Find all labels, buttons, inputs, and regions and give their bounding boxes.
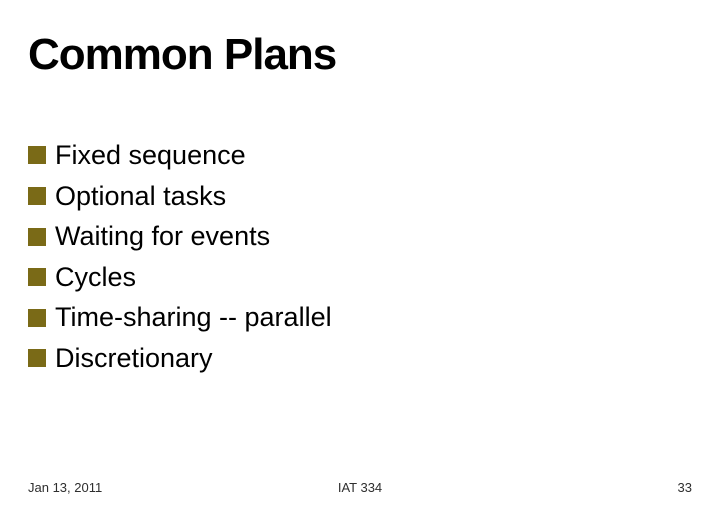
list-item-label: Cycles: [55, 258, 136, 297]
list-item: Optional tasks: [28, 177, 692, 216]
square-bullet-icon: [28, 309, 46, 327]
slide-footer: Jan 13, 2011 IAT 334 33: [28, 480, 692, 495]
list-item-label: Fixed sequence: [55, 136, 246, 175]
footer-course: IAT 334: [338, 480, 382, 495]
list-item-label: Optional tasks: [55, 177, 226, 216]
list-item: Discretionary: [28, 339, 692, 378]
footer-page-number: 33: [678, 480, 692, 495]
square-bullet-icon: [28, 146, 46, 164]
slide: Common Plans Fixed sequence Optional tas…: [0, 0, 720, 522]
square-bullet-icon: [28, 268, 46, 286]
square-bullet-icon: [28, 228, 46, 246]
bullet-list: Fixed sequence Optional tasks Waiting fo…: [28, 136, 692, 378]
list-item: Time-sharing -- parallel: [28, 298, 692, 337]
list-item-label: Waiting for events: [55, 217, 270, 256]
list-item-label: Time-sharing -- parallel: [55, 298, 332, 337]
list-item: Cycles: [28, 258, 692, 297]
square-bullet-icon: [28, 187, 46, 205]
square-bullet-icon: [28, 349, 46, 367]
list-item-label: Discretionary: [55, 339, 213, 378]
slide-title: Common Plans: [28, 30, 692, 80]
footer-date: Jan 13, 2011: [28, 480, 102, 495]
list-item: Fixed sequence: [28, 136, 692, 175]
list-item: Waiting for events: [28, 217, 692, 256]
